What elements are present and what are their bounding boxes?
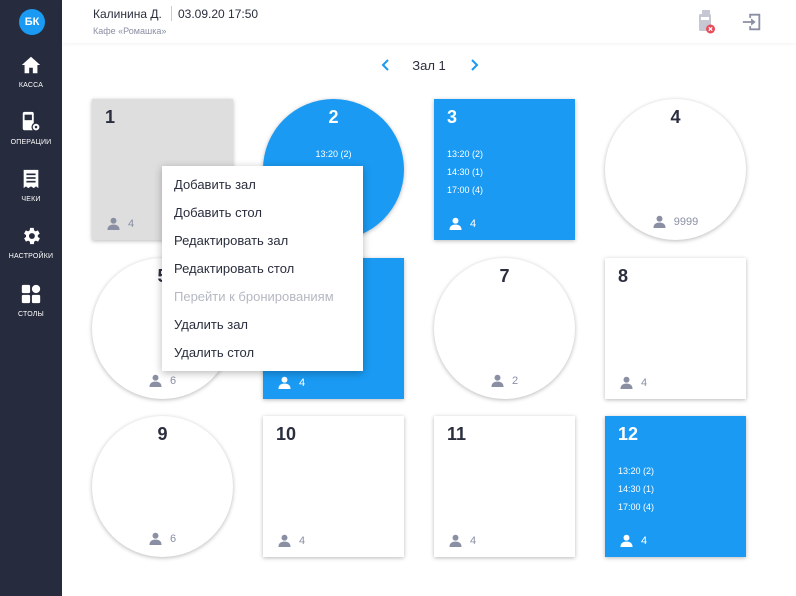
table-seats: 4 [278,376,305,389]
sidebar-item-tables[interactable]: СТОЛЫ [0,283,62,333]
person-icon [278,534,291,547]
table-bookings: 13:20 (2) 14:30 (1) 17:00 (4) [618,462,654,516]
sidebar-item-kassa[interactable]: КАССА [0,54,62,104]
context-menu-item: Перейти к бронированиям [174,288,334,304]
table-number: 7 [499,266,510,286]
booking-time: 14:30 (1) [618,484,655,494]
logo: БК [19,9,45,35]
booking-time: 14:30 (1) [447,167,484,177]
grid-icon [21,284,41,304]
table-card-3[interactable]: 3 13:20 (2) 14:30 (1) 17:00 (4) 4 [434,99,575,240]
header-divider [171,6,172,21]
booking-time: 13:20 (2) [315,149,352,159]
context-menu: Добавить зал Добавить стол Редактировать з… [162,166,363,371]
logout-icon[interactable] [741,11,763,33]
user-name: Калинина Д. [93,7,162,21]
table-number: 2 [328,107,339,127]
seats-count: 9999 [673,215,699,228]
home-icon [21,56,41,74]
table-seats: 4 [278,534,305,547]
booking-time: 13:20 (2) [618,466,655,476]
person-icon [449,534,462,547]
sidebar-item-label: ОПЕРАЦИИ [10,139,52,146]
context-menu-item[interactable]: Добавить стол [162,198,363,226]
seats-count: 6 [169,532,177,545]
seats-count: 4 [128,217,135,230]
person-icon [107,217,120,230]
seats-count: 4 [470,217,477,230]
table-bookings: 13:20 (2) 14:30 (1) 17:00 (4) [447,145,483,199]
context-menu-item[interactable]: Удалить стол [162,338,363,366]
context-menu-item[interactable]: Редактировать зал [162,226,363,254]
sidebar-item-operations[interactable]: ОПЕРАЦИИ [0,111,62,161]
person-icon [278,376,291,389]
table-card-7[interactable]: 72 [434,258,575,399]
person-icon [620,534,633,547]
sidebar: БК КАССА ОПЕРАЦИИ ЧЕКИ НАСТРОЙКИ СТОЛЫ [0,0,62,596]
chevron-right-icon[interactable] [466,57,482,73]
table-number: 8 [618,266,629,286]
table-seats: 4 [449,217,476,230]
table-card-9[interactable]: 96 [92,416,233,557]
table-card-12[interactable]: 12 13:20 (2) 14:30 (1) 17:00 (4) 4 [605,416,746,557]
sidebar-item-label: НАСТРОЙКИ [8,253,54,260]
receipt-icon [23,169,39,189]
table-number: 11 [447,424,467,444]
table-number: 9 [157,424,168,444]
seats-count: 6 [169,374,177,387]
person-icon [449,217,462,230]
context-menu-item[interactable]: Добавить зал [162,170,363,198]
table-card-10[interactable]: 10 4 [263,416,404,557]
table-number: 1 [105,107,116,127]
table-card-8[interactable]: 84 [605,258,746,399]
table-seats: 6 [92,374,233,387]
table-seats: 4 [620,534,647,547]
header: Калинина Д. 03.09.20 17:50 Кафе «Ромашка… [62,0,796,43]
context-menu-item[interactable]: Удалить зал [162,310,363,338]
person-icon [149,532,162,545]
chevron-left-icon[interactable] [378,57,394,73]
booking-time: 17:00 (4) [447,185,484,195]
sidebar-item-label: СТОЛЫ [18,311,44,318]
booking-time: 17:00 (4) [618,502,655,512]
sidebar-item-label: ЧЕКИ [21,196,41,203]
seats-count: 4 [299,376,306,389]
table-seats: 4 [620,376,647,389]
sidebar-item-receipts[interactable]: ЧЕКИ [0,168,62,218]
table-seats: 2 [434,374,575,387]
table-seats: 9999 [605,215,746,228]
booking-time: 13:20 (2) [447,149,484,159]
seats-count: 4 [470,534,477,547]
hall-title: Зал 1 [412,58,446,73]
table-number: 4 [670,107,681,127]
datetime: 03.09.20 17:50 [178,7,259,21]
seats-count: 4 [641,376,648,389]
cafe-name: Кафе «Ромашка» [93,26,167,36]
table-card-11[interactable]: 11 4 [434,416,575,557]
gear-icon [24,227,40,245]
table-card-4[interactable]: 4 9999 [605,99,746,240]
seats-count: 2 [511,374,519,387]
sidebar-item-settings[interactable]: НАСТРОЙКИ [0,225,62,275]
table-number: 10 [276,424,297,444]
person-icon [620,376,633,389]
table-bookings: 13:20 (2) [263,145,404,163]
seats-count: 4 [299,534,306,547]
person-icon [653,215,666,228]
printer-status-icon[interactable] [696,10,716,34]
sidebar-item-label: КАССА [18,82,44,89]
terminal-settings-icon [22,111,41,132]
person-icon [149,374,162,387]
hall-navigation: Зал 1 [378,56,482,74]
person-icon [491,374,504,387]
context-menu-item[interactable]: Редактировать стол [162,254,363,282]
table-number: 12 [618,424,639,444]
table-seats: 6 [92,532,233,545]
table-seats: 4 [107,217,134,230]
table-seats: 4 [449,534,476,547]
seats-count: 4 [641,534,648,547]
table-number: 3 [447,107,458,127]
